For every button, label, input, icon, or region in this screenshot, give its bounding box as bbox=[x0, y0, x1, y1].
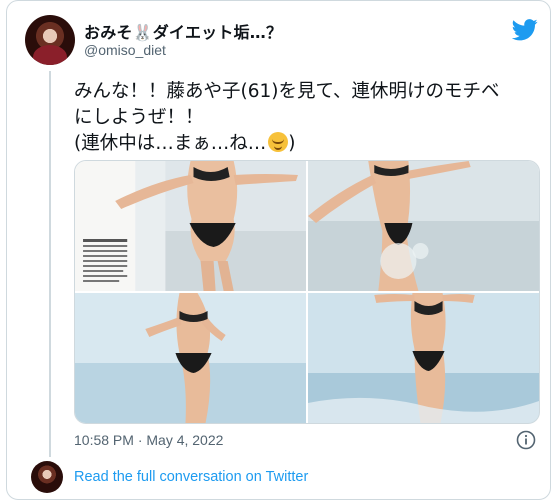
photo-4-image bbox=[308, 293, 539, 423]
tweet-text: みんな！！藤あや子(61)を見て、連休明けのモチベ にしようぜ！！ (連休中は…… bbox=[74, 79, 544, 157]
photo-3-image bbox=[75, 293, 306, 423]
embedded-tweet-card[interactable]: おみそ🐰ダイエット垢…？ @omiso_diet みんな！！藤あや子(61)を見… bbox=[6, 0, 551, 500]
media-grid bbox=[74, 160, 540, 424]
relieved-face-emoji bbox=[268, 132, 289, 152]
tweet-line-3-suffix: ) bbox=[288, 133, 296, 154]
author-display-name[interactable]: おみそ🐰ダイエット垢…？ bbox=[84, 19, 282, 43]
photo-3[interactable] bbox=[75, 293, 306, 423]
tweet-line-2: にしようぜ！！ bbox=[74, 107, 204, 128]
read-full-conversation-link[interactable]: Read the full conversation on Twitter bbox=[74, 469, 308, 485]
author-avatar[interactable] bbox=[25, 15, 75, 65]
tweet-line-3: (連休中は…まぁ…ね…) bbox=[74, 131, 544, 157]
tweet-line-1: みんな！！藤あや子(61)を見て、連休明けのモチベ bbox=[74, 81, 500, 102]
tweet-line-3-text: (連休中は…まぁ…ね… bbox=[74, 133, 267, 154]
photo-1-image bbox=[75, 161, 306, 291]
info-icon[interactable] bbox=[516, 430, 536, 450]
thread-line bbox=[49, 71, 51, 457]
photo-4[interactable] bbox=[308, 293, 539, 423]
photo-2-image bbox=[308, 161, 539, 291]
twitter-bird-icon[interactable] bbox=[512, 19, 538, 41]
reply-avatar[interactable] bbox=[31, 461, 63, 493]
author-handle[interactable]: @omiso_diet bbox=[84, 42, 166, 58]
photo-1[interactable] bbox=[75, 161, 306, 291]
photo-2[interactable] bbox=[308, 161, 539, 291]
tweet-timestamp[interactable]: 10:58 PM · May 4, 2022 bbox=[74, 432, 223, 448]
